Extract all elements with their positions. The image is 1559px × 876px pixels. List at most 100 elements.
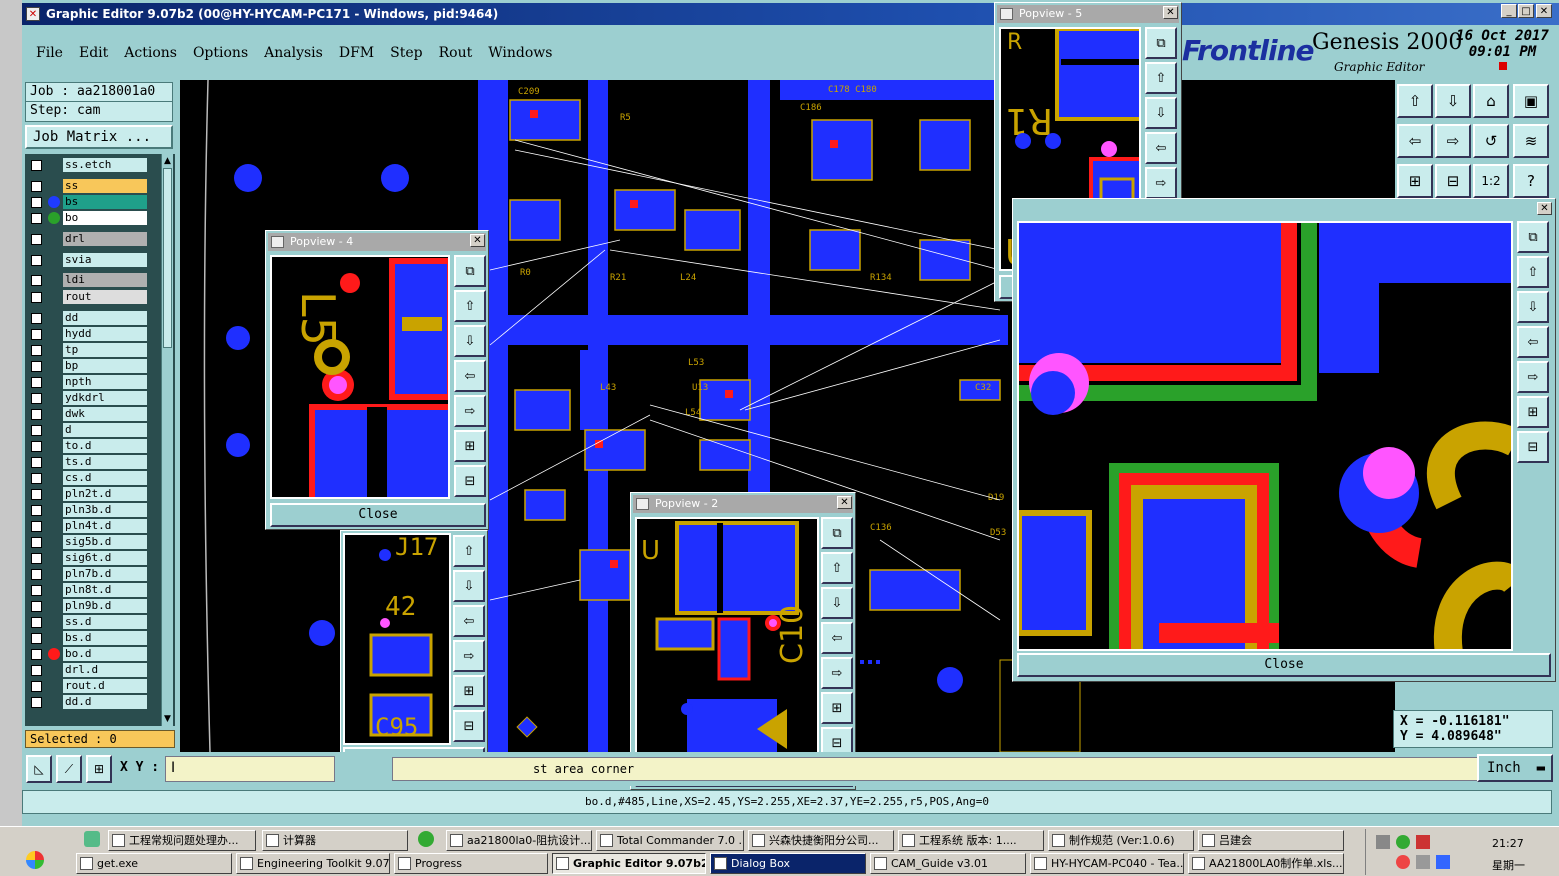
layer-checkbox[interactable] [31, 292, 42, 303]
menu-windows[interactable]: Windows [488, 45, 552, 61]
layer-row[interactable]: dd.d [27, 695, 147, 709]
popview-4-view[interactable]: L5 [270, 255, 450, 499]
xy-input[interactable]: I [165, 756, 335, 782]
layer-row[interactable]: svia [27, 253, 147, 267]
popview-up-icon[interactable]: ⇧ [821, 552, 853, 584]
minimize-button[interactable]: _ [1501, 4, 1517, 18]
popview-up-icon[interactable]: ⇧ [453, 535, 485, 567]
task-item[interactable]: HY-HYCAM-PC040 - Tea... [1030, 853, 1184, 874]
layer-row[interactable]: pln4t.d [27, 519, 147, 533]
menu-edit[interactable]: Edit [79, 45, 108, 61]
popview-left-icon[interactable]: ⇦ [1517, 326, 1549, 358]
popview-left-icon[interactable]: ⇦ [453, 605, 485, 637]
units-dropdown[interactable]: Inch ▬ [1477, 754, 1553, 782]
layer-row[interactable]: rout.d [27, 679, 147, 693]
layer-checkbox[interactable] [31, 409, 42, 420]
popview-1-window[interactable]: ✕ ⧉ ⇧ ⇩ ⇦ ⇨ ⊞ ⊟ Close [1012, 198, 1556, 682]
popview-zoom-out-icon[interactable]: ⊟ [1517, 431, 1549, 463]
layer-row[interactable]: dd [27, 311, 147, 325]
layer-checkbox[interactable] [31, 181, 42, 192]
layer-checkbox[interactable] [31, 213, 42, 224]
popview-4-titlebar[interactable]: Popview - 4 [268, 233, 486, 251]
network-icon[interactable] [1396, 835, 1410, 849]
popview-down-icon[interactable]: ⇩ [1517, 291, 1549, 323]
menu-file[interactable]: File [36, 45, 63, 61]
layer-row[interactable]: npth [27, 375, 147, 389]
popview-4-close-icon[interactable]: ✕ [470, 234, 485, 247]
popview-right-icon[interactable]: ⇨ [453, 640, 485, 672]
snap-icon[interactable]: ◺ [26, 755, 52, 783]
printer-icon[interactable] [1376, 835, 1390, 849]
layer-row[interactable]: rout [27, 290, 147, 304]
layer-row[interactable]: bp [27, 359, 147, 373]
layer-checkbox[interactable] [31, 505, 42, 516]
task-item[interactable]: 制作规范 (Ver:1.0.6) [1048, 830, 1194, 851]
redraw-icon[interactable]: ≋ [1513, 124, 1549, 158]
help-icon[interactable]: ? [1513, 164, 1549, 198]
layer-row[interactable]: hydd [27, 327, 147, 341]
popview-right-icon[interactable]: ⇨ [1145, 167, 1177, 199]
popview-down-icon[interactable]: ⇩ [454, 325, 486, 357]
popview-down-icon[interactable]: ⇩ [1145, 97, 1177, 129]
task-item[interactable]: Engineering Toolkit 9.07... [236, 853, 390, 874]
layer-checkbox[interactable] [31, 160, 42, 171]
measure-icon[interactable]: ⟋ [56, 755, 82, 783]
layer-row[interactable]: ldi [27, 273, 147, 287]
pan-down-icon[interactable]: ⇩ [1435, 84, 1471, 118]
popview-2-titlebar[interactable]: Popview - 2 [633, 495, 853, 513]
layer-checkbox[interactable] [31, 569, 42, 580]
popview-4-window[interactable]: Popview - 4 ✕ L5 ⧉ ⇧ ⇩ ⇦ ⇨ ⊞ ⊟ Close [265, 230, 489, 530]
fit-view-icon[interactable]: ▣ [1513, 84, 1549, 118]
popview-5-close-icon[interactable]: ✕ [1163, 6, 1178, 19]
layer-checkbox[interactable] [31, 537, 42, 548]
popview-down-icon[interactable]: ⇩ [821, 587, 853, 619]
layer-checkbox[interactable] [31, 425, 42, 436]
task-item[interactable]: 计算器 [262, 830, 408, 851]
layer-row[interactable]: bo [27, 211, 147, 225]
layer-checkbox[interactable] [31, 633, 42, 644]
popview-2-close-icon[interactable]: ✕ [837, 496, 852, 509]
layer-checkbox[interactable] [31, 681, 42, 692]
task-item[interactable]: Dialog Box [710, 853, 866, 874]
security-icon[interactable] [1416, 835, 1430, 849]
layer-row[interactable]: tp [27, 343, 147, 357]
popview-zoom-icon[interactable]: ⧉ [1145, 27, 1177, 59]
menu-options[interactable]: Options [193, 45, 248, 61]
task-item-active[interactable]: Graphic Editor 9.07b2... [552, 853, 706, 874]
home-view-icon[interactable]: ⌂ [1473, 84, 1509, 118]
menu-step[interactable]: Step [390, 45, 422, 61]
popview-zoom-out-icon[interactable]: ⊟ [453, 710, 485, 742]
layer-row[interactable]: drl [27, 232, 147, 246]
layer-scrollbar[interactable]: ▲ ▼ [161, 154, 173, 726]
grid-icon[interactable]: ⊞ [86, 755, 112, 783]
layer-row[interactable]: ss.etch [27, 158, 147, 172]
layer-checkbox[interactable] [31, 393, 42, 404]
layer-row[interactable]: ss.d [27, 615, 147, 629]
popview-zoom-out-icon[interactable]: ⊟ [454, 465, 486, 497]
window-titlebar[interactable]: ✕ Graphic Editor 9.07b2 (00@HY-HYCAM-PC1… [22, 3, 1559, 25]
task-item[interactable]: get.exe [76, 853, 232, 874]
layer-row[interactable]: pln9b.d [27, 599, 147, 613]
popview-3-window[interactable]: J17 42 C95 ⇧ ⇩ ⇦ ⇨ ⊞ ⊟ Close [340, 530, 488, 774]
zoom-out-icon[interactable]: ⊟ [1435, 164, 1471, 198]
layer-row[interactable]: pln3b.d [27, 503, 147, 517]
layer-checkbox[interactable] [31, 601, 42, 612]
popview-down-icon[interactable]: ⇩ [453, 570, 485, 602]
scroll-up-icon[interactable]: ▲ [163, 156, 172, 166]
browser-icon[interactable] [418, 831, 434, 847]
menu-rout[interactable]: Rout [439, 45, 473, 61]
layer-checkbox[interactable] [31, 361, 42, 372]
layer-row[interactable]: pln2t.d [27, 487, 147, 501]
task-item[interactable]: 工程常规问题处理办... [108, 830, 256, 851]
zoom-home-icon[interactable]: ⇧ [1397, 84, 1433, 118]
task-item[interactable]: aa21800la0-阻抗设计... [446, 830, 592, 851]
layer-row[interactable]: ts.d [27, 455, 147, 469]
popview-1-close-icon[interactable]: ✕ [1537, 202, 1552, 215]
task-item[interactable]: 吕建会 [1198, 830, 1344, 851]
layer-row[interactable]: sig6t.d [27, 551, 147, 565]
popview-2-view[interactable]: C10 U [635, 517, 819, 761]
popview-zoom-icon[interactable]: ⧉ [454, 255, 486, 287]
popview-left-icon[interactable]: ⇦ [454, 360, 486, 392]
popview-right-icon[interactable]: ⇨ [821, 657, 853, 689]
layer-checkbox[interactable] [31, 313, 42, 324]
